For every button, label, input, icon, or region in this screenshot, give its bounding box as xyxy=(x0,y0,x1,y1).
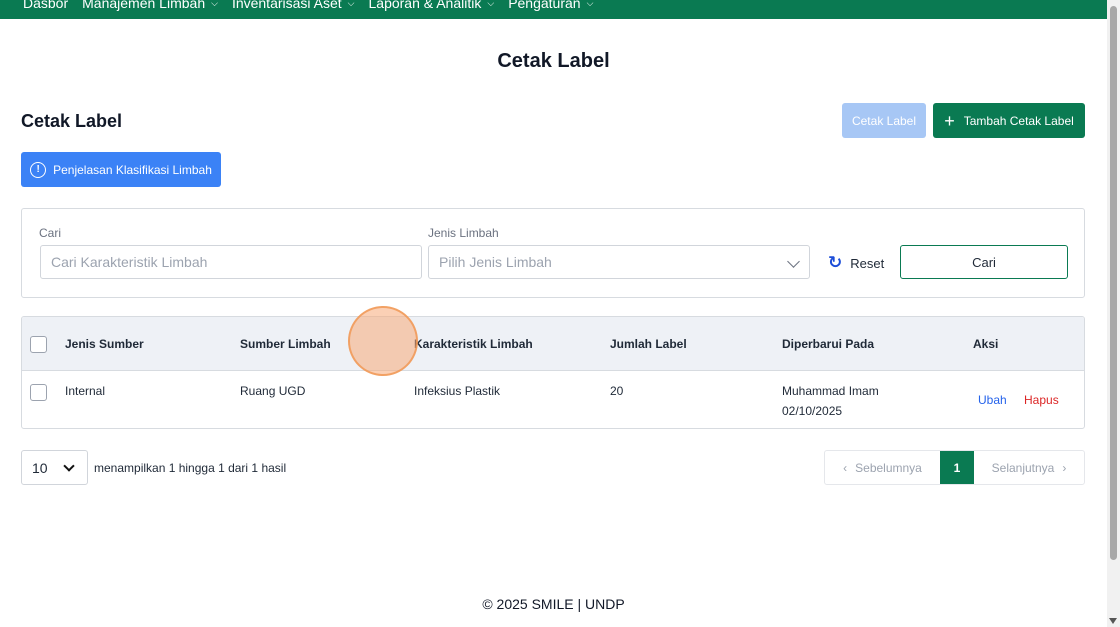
reset-button[interactable]: ↻ Reset xyxy=(828,253,884,273)
page-scrollbar[interactable] xyxy=(1107,0,1120,627)
cell-updated-date: 02/10/2025 xyxy=(782,404,843,418)
nav-item-inventarisasi-aset[interactable]: Inventarisasi Aset ⌵ xyxy=(232,0,355,19)
chevron-right-icon: › xyxy=(1062,460,1067,475)
column-header-sumber-limbah: Sumber Limbah xyxy=(240,337,331,351)
scroll-down-arrow-icon[interactable] xyxy=(1109,618,1117,624)
nav-item-label: Inventarisasi Aset xyxy=(231,0,342,11)
nav-item-label: Laporan & Analitik xyxy=(368,0,482,11)
cell-updated-by: Muhammad Imam xyxy=(782,384,879,398)
chevron-down-icon: ⌵ xyxy=(586,0,594,8)
delete-link[interactable]: Hapus xyxy=(1024,393,1059,407)
next-page-button[interactable]: Selanjutnya › xyxy=(974,451,1084,484)
refresh-icon: ↻ xyxy=(828,253,843,272)
nav-item-label: Dasbor xyxy=(23,0,69,11)
search-label: Cari xyxy=(39,226,62,240)
search-button[interactable]: Cari xyxy=(900,245,1068,279)
cell-jenis-sumber: Internal xyxy=(65,384,106,398)
waste-classification-info-button[interactable]: ! Penjelasan Klasifikasi Limbah xyxy=(21,152,221,187)
nav-item-laporan-analitik[interactable]: Laporan & Analitik ⌵ xyxy=(369,0,495,19)
table-header: Jenis Sumber Sumber Limbah Karakteristik… xyxy=(22,317,1084,371)
cell-sumber-limbah: Ruang UGD xyxy=(240,384,306,398)
label-table: Jenis Sumber Sumber Limbah Karakteristik… xyxy=(21,316,1085,429)
section-title: Cetak Label xyxy=(21,111,123,131)
nav-item-manajemen-limbah[interactable]: Manajemen Limbah ⌵ xyxy=(82,0,218,19)
prev-page-button[interactable]: ‹ Sebelumnya xyxy=(825,451,940,484)
add-print-label-button[interactable]: + Tambah Cetak Label xyxy=(933,103,1085,138)
nav-item-pengaturan[interactable]: Pengaturan ⌵ xyxy=(508,0,593,19)
search-input[interactable]: Cari Karakteristik Limbah xyxy=(40,245,422,279)
info-button-text: Penjelasan Klasifikasi Limbah xyxy=(53,162,212,177)
chevron-down-icon xyxy=(63,460,75,472)
nav-item-dasbor[interactable]: Dasbor xyxy=(23,0,68,19)
per-page-value: 10 xyxy=(32,459,48,476)
nav-item-label: Manajemen Limbah xyxy=(82,0,206,11)
reset-text: Reset xyxy=(850,255,885,271)
prev-page-label: Sebelumnya xyxy=(855,460,922,475)
info-icon: ! xyxy=(30,161,47,178)
chevron-down-icon: ⌵ xyxy=(347,0,355,8)
results-summary: menampilkan 1 hingga 1 dari 1 hasil xyxy=(94,461,287,475)
column-header-diperbarui: Diperbarui Pada xyxy=(782,337,875,351)
row-checkbox[interactable] xyxy=(30,384,47,401)
top-navbar: Dasbor Manajemen Limbah ⌵ Inventarisasi … xyxy=(0,0,1107,19)
plus-icon: + xyxy=(944,110,955,131)
waste-type-select[interactable]: Pilih Jenis Limbah xyxy=(428,245,810,279)
chevron-down-icon: ⌵ xyxy=(487,0,495,8)
column-header-karakteristik: Karakteristik Limbah xyxy=(414,337,533,351)
footer-copyright: © 2025 SMILE | UNDP xyxy=(482,596,625,612)
waste-type-placeholder: Pilih Jenis Limbah xyxy=(439,254,552,270)
add-print-label-text: Tambah Cetak Label xyxy=(963,113,1074,128)
page-title: Cetak Label xyxy=(497,50,610,72)
print-label-button[interactable]: Cetak Label xyxy=(842,103,926,138)
column-header-jenis-sumber: Jenis Sumber xyxy=(65,337,144,351)
chevron-down-icon xyxy=(787,255,800,268)
search-placeholder: Cari Karakteristik Limbah xyxy=(51,254,208,270)
page-1-button[interactable]: 1 xyxy=(940,451,974,484)
filter-panel: Cari Cari Karakteristik Limbah Jenis Lim… xyxy=(21,208,1085,298)
select-all-checkbox[interactable] xyxy=(30,336,47,353)
chevron-down-icon: ⌵ xyxy=(211,0,218,8)
per-page-select[interactable]: 10 xyxy=(21,450,88,485)
column-header-jumlah-label: Jumlah Label xyxy=(610,337,687,351)
chevron-left-icon: ‹ xyxy=(843,460,848,475)
nav-item-label: Pengaturan xyxy=(508,0,581,11)
pagination: ‹ Sebelumnya 1 Selanjutnya › xyxy=(824,450,1085,485)
column-header-aksi: Aksi xyxy=(973,337,999,351)
scrollbar-thumb[interactable] xyxy=(1110,6,1117,560)
next-page-label: Selanjutnya xyxy=(991,460,1055,475)
edit-link[interactable]: Ubah xyxy=(978,393,1007,407)
waste-type-label: Jenis Limbah xyxy=(428,226,499,240)
cell-karakteristik: Infeksius Plastik xyxy=(414,384,501,398)
cell-jumlah-label: 20 xyxy=(610,384,624,398)
